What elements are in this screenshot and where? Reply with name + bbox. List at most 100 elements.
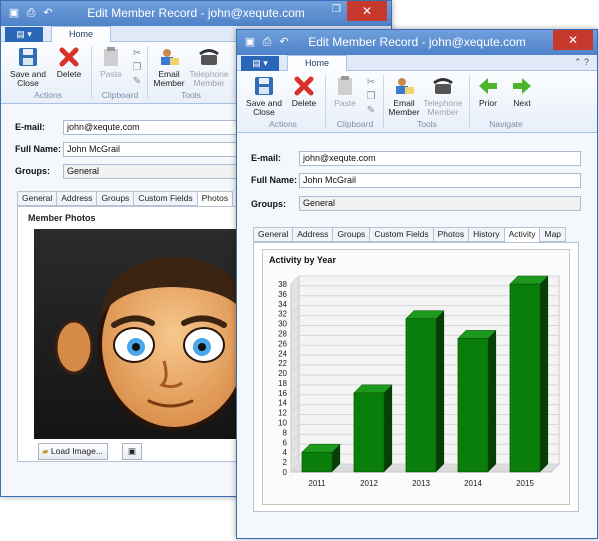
fullname-field[interactable]: John McGrail <box>63 142 243 157</box>
y-tick-label: 6 <box>283 438 288 447</box>
format-painter-icon[interactable]: ✎ <box>365 105 377 117</box>
front-ribbon: Save and Close Delete Paste ✂ ❐ ✎ Email … <box>237 71 597 133</box>
front-tab-home[interactable]: Home <box>287 55 347 72</box>
back-telephone-member-button[interactable]: Telephone Member <box>187 46 231 88</box>
help-icons[interactable]: ⌃ ? <box>574 57 589 68</box>
load-image-label: Load Image... <box>50 446 103 456</box>
groups-field[interactable]: General <box>63 164 243 179</box>
back-close-button[interactable]: ✕ <box>347 1 387 21</box>
back-tab-general[interactable]: General <box>17 191 57 206</box>
bar-side-2015 <box>540 276 549 472</box>
y-tick-label: 26 <box>278 339 287 348</box>
group-clipboard: Clipboard <box>336 119 374 129</box>
email-member-button[interactable]: Email Member <box>387 75 421 117</box>
save-close-button[interactable]: Save and Close <box>243 75 285 117</box>
format-painter-icon[interactable]: ✎ <box>131 76 143 88</box>
back-telephone-label: Telephone Member <box>189 69 229 88</box>
email-label: E-mail: <box>251 153 282 163</box>
email-field[interactable]: john@xequte.com <box>63 120 243 135</box>
clipboard-icon <box>104 47 118 66</box>
member-photos-title: Member Photos <box>28 213 96 223</box>
back-email-member-button[interactable]: Email Member <box>151 46 187 88</box>
restore-icon[interactable]: ❐ <box>332 4 341 15</box>
activity-panel: Activity by Year 0 2 4 6 8 10 12 14 16 18 20 22 24 26… <box>253 242 579 512</box>
cut-icon[interactable]: ✂ <box>131 48 143 60</box>
groups-label: Groups: <box>251 199 286 209</box>
back-tab-photos[interactable]: Photos <box>196 191 234 207</box>
bar-2014 <box>457 338 489 473</box>
load-image-button[interactable]: ▰ Load Image... <box>38 443 108 460</box>
back-paste-label: Paste <box>100 69 122 79</box>
x-tick-label: 2015 <box>516 479 534 488</box>
tab-general[interactable]: General <box>253 227 293 242</box>
back-tab-custom-fields[interactable]: Custom Fields <box>133 191 197 206</box>
group-actions: Actions <box>269 119 297 129</box>
back-delete-button[interactable]: Delete <box>53 46 85 79</box>
telephone-member-button[interactable]: Telephone Member <box>421 75 465 117</box>
back-paste-button[interactable]: Paste <box>95 46 127 79</box>
front-window: ▣ ⎙ ↶ Edit Member Record - john@xequte.c… <box>236 29 598 539</box>
x-tick-label: 2014 <box>464 479 482 488</box>
back-tab-address[interactable]: Address <box>56 191 97 206</box>
tab-photos[interactable]: Photos <box>432 227 469 242</box>
front-titlebar: ▣ ⎙ ↶ Edit Member Record - john@xequte.c… <box>237 30 597 55</box>
y-tick-label: 0 <box>283 468 288 477</box>
cut-icon[interactable]: ✂ <box>365 77 377 89</box>
x-tick-label: 2013 <box>412 479 430 488</box>
activity-chart: Activity by Year 0 2 4 6 8 10 12 14 16 18 20 22 24 26… <box>262 249 570 505</box>
email-label: E-mail: <box>15 122 46 132</box>
front-window-title: Edit Member Record - john@xequte.com <box>308 35 526 49</box>
x-tick-label: 2012 <box>360 479 378 488</box>
tab-activity[interactable]: Activity <box>503 227 540 243</box>
y-tick-label: 38 <box>278 280 287 289</box>
copy-icon[interactable]: ❐ <box>365 91 377 103</box>
y-tick-label: 14 <box>278 399 287 408</box>
y-tick-label: 20 <box>278 369 287 378</box>
floppy-disk-icon <box>255 77 273 95</box>
delete-button[interactable]: Delete <box>287 75 321 108</box>
tab-groups[interactable]: Groups <box>332 227 370 242</box>
back-tab-home[interactable]: Home <box>51 26 111 43</box>
next-button[interactable]: Next <box>507 75 537 108</box>
next-label: Next <box>513 98 531 108</box>
y-tick-label: 30 <box>278 320 287 329</box>
bar-side-2014 <box>488 330 497 472</box>
y-tick-label: 4 <box>283 448 288 457</box>
green-left-arrow-icon <box>479 78 497 94</box>
group-separator <box>383 75 384 128</box>
y-tick-label: 32 <box>278 310 287 319</box>
tab-history[interactable]: History <box>468 227 504 242</box>
email-field[interactable]: john@xequte.com <box>299 151 581 166</box>
chart-side-wall <box>290 274 300 474</box>
back-app-menu-button[interactable]: ▤ ▾ <box>5 27 43 42</box>
copy-icon[interactable]: ❐ <box>131 62 143 74</box>
groups-field[interactable]: General <box>299 196 581 211</box>
front-app-menu-button[interactable]: ▤ ▾ <box>241 56 279 71</box>
camera-icon: ▣ <box>127 446 137 456</box>
camera-button[interactable]: ▣ <box>122 443 142 460</box>
prior-button[interactable]: Prior <box>473 75 503 108</box>
red-x-icon <box>294 76 314 96</box>
tab-map[interactable]: Map <box>539 227 567 242</box>
y-tick-label: 8 <box>283 428 288 437</box>
groups-label: Groups: <box>15 166 50 176</box>
back-save-close-button[interactable]: Save and Close <box>7 46 49 88</box>
folder-icon: ▰ <box>42 446 49 456</box>
y-tick-label: 22 <box>278 359 287 368</box>
telephone-icon <box>199 49 219 65</box>
photos-panel: Member Photos ▰ Load Image... ▣ <box>17 206 247 462</box>
group-separator <box>325 75 326 128</box>
back-tab-groups[interactable]: Groups <box>96 191 134 206</box>
group-separator <box>147 46 148 99</box>
tab-address[interactable]: Address <box>292 227 333 242</box>
y-tick-label: 28 <box>278 329 287 338</box>
tab-custom-fields[interactable]: Custom Fields <box>369 227 433 242</box>
front-close-button[interactable]: ✕ <box>553 30 593 50</box>
fullname-field[interactable]: John McGrail <box>299 173 581 188</box>
delete-label: Delete <box>291 98 317 108</box>
y-tick-label: 36 <box>278 290 287 299</box>
fullname-label: Full Name: <box>251 175 298 185</box>
paste-button[interactable]: Paste <box>329 75 361 108</box>
back-group-tools: Tools <box>181 90 201 100</box>
bar-side-2013 <box>436 310 445 472</box>
